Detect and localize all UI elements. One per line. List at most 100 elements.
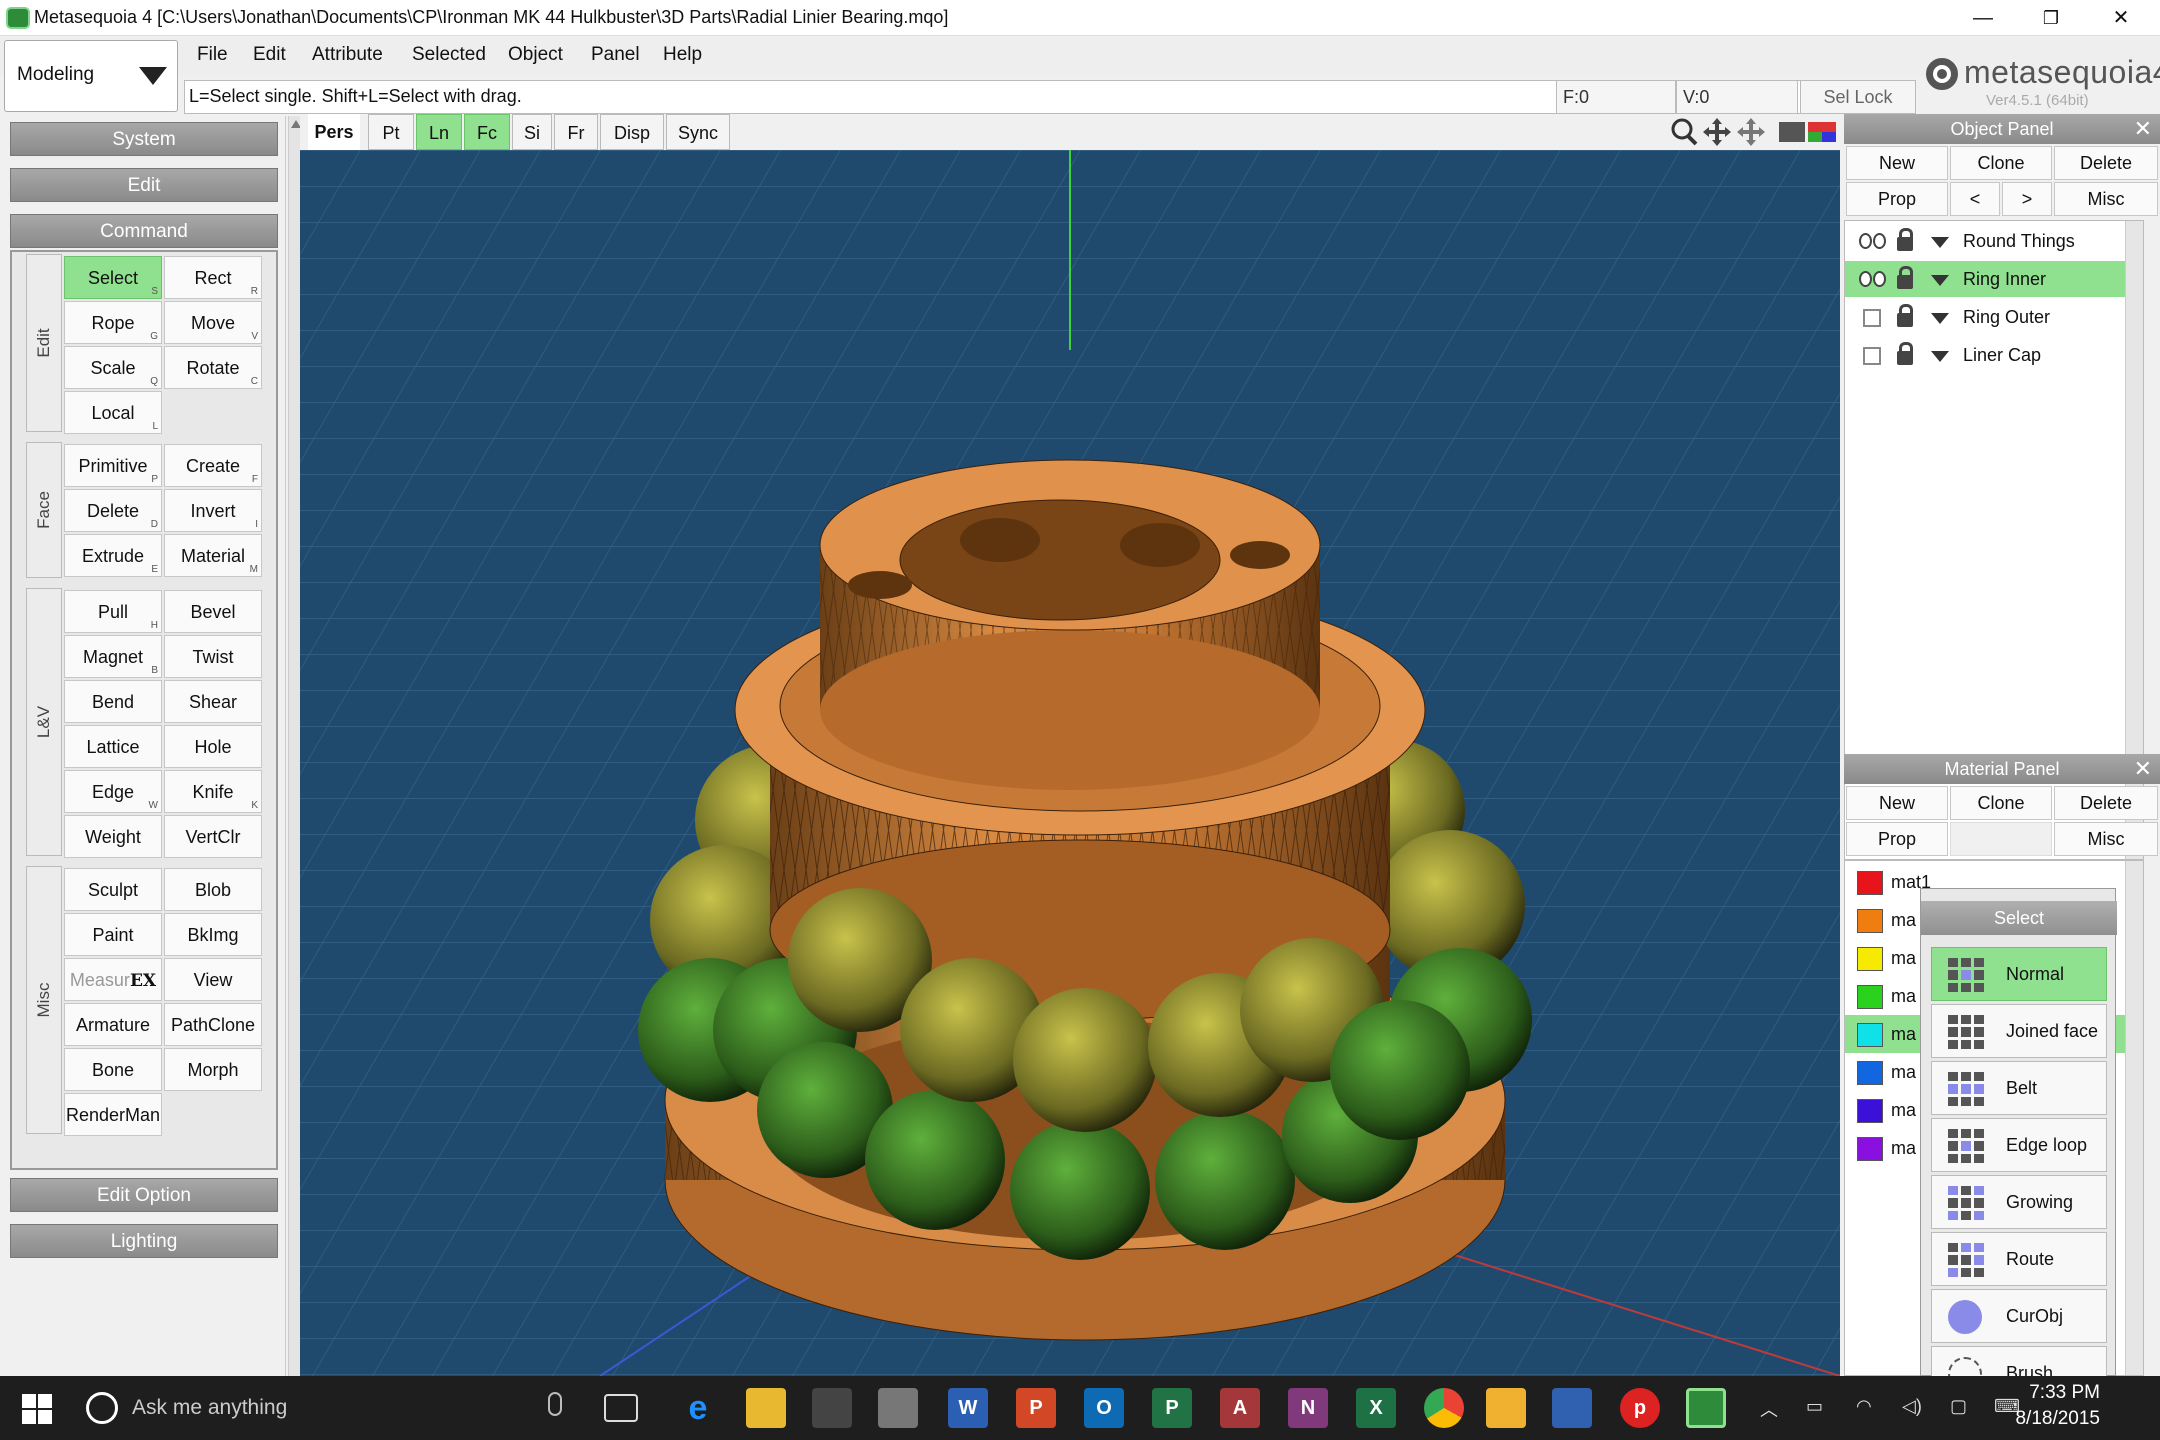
tab-pers[interactable]: Pers [308, 114, 360, 150]
cmd-blob-button[interactable]: Blob [164, 868, 262, 911]
cmd-select-button[interactable]: Select S [64, 256, 162, 299]
task-view-icon[interactable] [604, 1394, 638, 1422]
object-prev-button[interactable]: < [1950, 182, 2000, 216]
object-next-button[interactable]: > [2002, 182, 2052, 216]
cmd-delete-button[interactable]: Delete D [64, 489, 162, 532]
cmd-bone-button[interactable]: Bone [64, 1048, 162, 1091]
cmd-primitive-button[interactable]: Primitive P [64, 444, 162, 487]
visibility-checkbox[interactable] [1863, 347, 1881, 365]
onenote-icon[interactable]: N [1288, 1388, 1328, 1428]
menu-edit[interactable]: Edit [253, 44, 286, 66]
3d-viewport[interactable] [300, 150, 1840, 1376]
tab-sync[interactable]: Sync [666, 114, 730, 150]
cmd-bend-button[interactable]: Bend [64, 680, 162, 723]
cmd-scale-button[interactable]: Scale Q [64, 346, 162, 389]
edge-browser-icon[interactable]: e [678, 1388, 718, 1428]
select-route-button[interactable]: Route [1931, 1232, 2107, 1286]
menu-file[interactable]: File [197, 44, 228, 66]
object-row[interactable]: Ring Inner [1845, 261, 2129, 297]
cmd-magnet-button[interactable]: Magnet B [64, 635, 162, 678]
battery-icon[interactable]: ▭ [1806, 1396, 1823, 1417]
cmd-shear-button[interactable]: Shear [164, 680, 262, 723]
expand-icon[interactable] [1931, 237, 1949, 248]
material-clone-button[interactable]: Clone [1950, 786, 2052, 820]
powerpoint-icon[interactable]: P [1016, 1388, 1056, 1428]
access-icon[interactable]: A [1220, 1388, 1260, 1428]
network-app-icon[interactable] [1552, 1388, 1592, 1428]
object-misc-button[interactable]: Misc [2054, 182, 2158, 216]
store-icon[interactable] [812, 1388, 852, 1428]
menu-help[interactable]: Help [663, 44, 702, 66]
object-prop-button[interactable]: Prop [1846, 182, 1948, 216]
volume-icon[interactable]: ◁) [1902, 1396, 1922, 1417]
lock-icon[interactable] [1897, 342, 1913, 365]
app-grid-icon[interactable] [1486, 1388, 1526, 1428]
cmd-paint-button[interactable]: Paint [64, 913, 162, 956]
cmd-weight-button[interactable]: Weight [64, 815, 162, 858]
material-misc-button[interactable]: Misc [2054, 822, 2158, 856]
tab-ln[interactable]: Ln [416, 114, 462, 150]
command-section[interactable]: Command [10, 214, 278, 248]
tab-fr[interactable]: Fr [554, 114, 598, 150]
object-row[interactable]: Liner Cap [1845, 337, 2129, 373]
menu-panel[interactable]: Panel [591, 44, 640, 66]
cmd-pull-button[interactable]: Pull H [64, 590, 162, 633]
file-explorer-icon[interactable] [746, 1388, 786, 1428]
cmd-hole-button[interactable]: Hole [164, 725, 262, 768]
pan-icon[interactable] [1700, 116, 1734, 148]
rotate-view-icon[interactable] [1734, 116, 1768, 148]
select-edge-loop-button[interactable]: Edge loop [1931, 1118, 2107, 1172]
visibility-icon[interactable] [1859, 233, 1887, 249]
edit-section[interactable]: Edit [10, 168, 278, 202]
cmd-pathclone-button[interactable]: PathClone [164, 1003, 262, 1046]
cmd-rect-button[interactable]: Rect R [164, 256, 262, 299]
lock-icon[interactable] [1897, 266, 1913, 289]
object-row[interactable]: Ring Outer [1845, 299, 2129, 335]
wifi-icon[interactable]: ◠ [1856, 1396, 1872, 1417]
cmd-create-button[interactable]: Create F [164, 444, 262, 487]
menu-object[interactable]: Object [508, 44, 563, 66]
publisher-icon[interactable]: P [1152, 1388, 1192, 1428]
cortana-icon[interactable] [86, 1392, 118, 1424]
menu-attribute[interactable]: Attribute [312, 44, 383, 66]
chrome-icon[interactable] [1424, 1388, 1464, 1428]
tab-fc[interactable]: Fc [464, 114, 510, 150]
close-icon[interactable]: ✕ [2134, 114, 2152, 144]
system-clock[interactable]: 7:33 PM 8/18/2015 [2015, 1380, 2100, 1432]
object-row[interactable]: Round Things [1845, 223, 2129, 259]
cmd-bevel-button[interactable]: Bevel [164, 590, 262, 633]
cmd-vertclr-button[interactable]: VertClr [164, 815, 262, 858]
lock-icon[interactable] [1897, 304, 1913, 327]
chevron-up-icon[interactable]: ︿ [1760, 1396, 1778, 1422]
lighting-section[interactable]: Lighting [10, 1224, 278, 1258]
view-layout-icon[interactable] [1778, 120, 1838, 146]
visibility-icon[interactable] [1859, 271, 1887, 287]
word-icon[interactable]: W [948, 1388, 988, 1428]
metasequoia-taskbar-icon[interactable] [1686, 1388, 1726, 1428]
tab-pt[interactable]: Pt [368, 114, 414, 150]
cmd-local-button[interactable]: Local L [64, 391, 162, 434]
select-belt-button[interactable]: Belt [1931, 1061, 2107, 1115]
microphone-icon[interactable] [548, 1392, 562, 1416]
object-delete-button[interactable]: Delete [2054, 146, 2158, 180]
menu-selected[interactable]: Selected [412, 44, 486, 66]
model-canvas[interactable] [300, 150, 1840, 1376]
material-delete-button[interactable]: Delete [2054, 786, 2158, 820]
cmd-view-button[interactable]: View [164, 958, 262, 1001]
system-section[interactable]: System [10, 122, 278, 156]
cmd-move-button[interactable]: Move V [164, 301, 262, 344]
select-curobj-button[interactable]: CurObj [1931, 1289, 2107, 1343]
material-prop-button[interactable]: Prop [1846, 822, 1948, 856]
cmd-bkimg-button[interactable]: BkImg [164, 913, 262, 956]
cmd-measur-button[interactable]: MeasurEX [64, 958, 162, 1001]
minimize-button[interactable]: — [1950, 0, 2016, 36]
material-new-button[interactable]: New [1846, 786, 1948, 820]
mode-dropdown[interactable]: Modeling [4, 40, 178, 112]
edit-option-section[interactable]: Edit Option [10, 1178, 278, 1212]
app-icon-gray[interactable] [878, 1388, 918, 1428]
close-button[interactable]: ✕ [2088, 0, 2154, 36]
cmd-armature-button[interactable]: Armature [64, 1003, 162, 1046]
cmd-rotate-button[interactable]: Rotate C [164, 346, 262, 389]
object-new-button[interactable]: New [1846, 146, 1948, 180]
app-red-icon[interactable]: p [1620, 1388, 1660, 1428]
